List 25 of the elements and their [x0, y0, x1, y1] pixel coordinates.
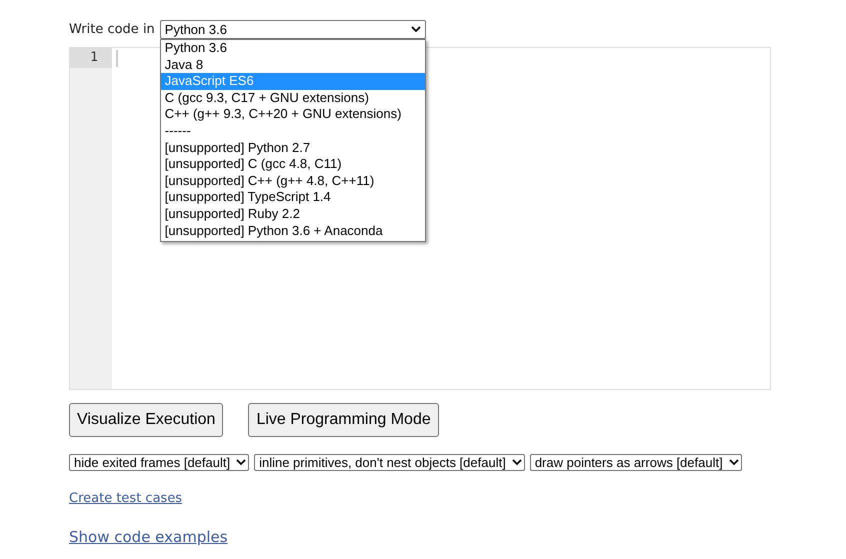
option-select[interactable]: inline primitives, don't nest objects [default]: [254, 454, 525, 471]
language-option[interactable]: [unsupported] TypeScript 1.4: [160, 189, 425, 206]
language-option[interactable]: [unsupported] Python 2.7: [160, 140, 425, 156]
chevron-down-icon: [236, 459, 246, 466]
language-option[interactable]: Java 8: [160, 56, 425, 74]
language-option[interactable]: C (gcc 9.3, C17 + GNU extensions): [160, 90, 425, 106]
visualize-button[interactable]: Visualize Execution: [69, 403, 224, 437]
language-option[interactable]: [unsupported] C++ (g++ 4.8, C++11): [160, 172, 425, 190]
language-option[interactable]: [unsupported] Ruby 2.2: [160, 206, 425, 223]
language-option[interactable]: [unsupported] C (gcc 4.8, C11): [160, 156, 425, 173]
write-code-label: Write code in: [69, 22, 155, 37]
language-select[interactable]: Python 3.6: [160, 20, 426, 39]
line-number: 1: [70, 48, 112, 68]
text-cursor: [116, 50, 118, 67]
chevron-down-icon: [512, 459, 522, 466]
language-option[interactable]: [unsupported] Python 3.6 + Anaconda: [160, 222, 425, 240]
create-test-cases-link[interactable]: Create test cases: [69, 491, 182, 506]
language-option[interactable]: C++ (g++ 9.3, C++20 + GNU extensions): [160, 106, 425, 123]
option-select[interactable]: hide exited frames [default]: [69, 454, 250, 471]
chevron-down-icon: [410, 26, 421, 33]
live-mode-button[interactable]: Live Programming Mode: [248, 403, 439, 437]
chevron-down-icon: [728, 459, 739, 466]
option-select[interactable]: draw pointers as arrows [default]: [530, 454, 742, 471]
show-examples-link[interactable]: Show code examples: [69, 528, 228, 546]
language-option[interactable]: ------: [160, 122, 425, 140]
